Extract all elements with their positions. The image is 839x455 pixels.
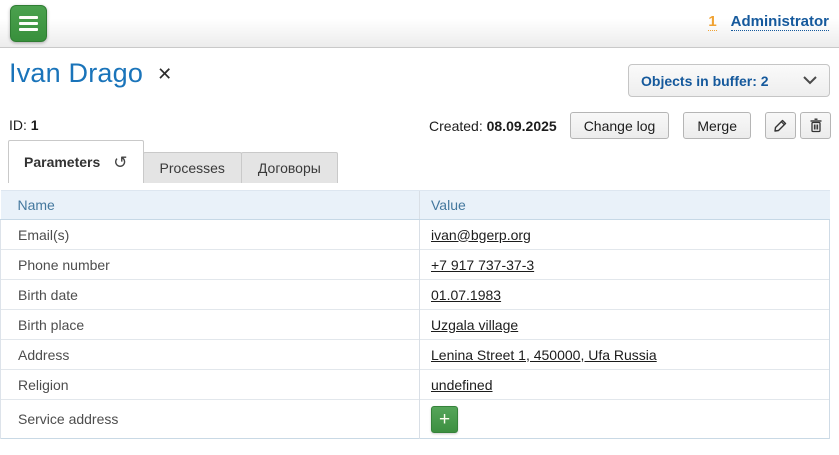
page-title: Ivan Drago xyxy=(9,58,143,89)
table-row: Service address + xyxy=(1,400,830,439)
tab-dogovory-label: Договоры xyxy=(258,160,321,176)
merge-button[interactable]: Merge xyxy=(683,112,751,139)
param-value: + xyxy=(420,400,830,439)
id-label: ID: xyxy=(9,117,27,133)
tab-dogovory[interactable]: Договоры xyxy=(241,152,338,183)
created-date: Created: 08.09.2025 xyxy=(429,118,557,134)
column-header-name: Name xyxy=(1,191,420,220)
tab-bar: Parameters ↺ Processes Договоры xyxy=(8,140,338,183)
object-id: ID: 1 xyxy=(9,117,39,133)
top-bar: 1 Administrator xyxy=(0,0,839,48)
tab-parameters-label: Parameters xyxy=(24,154,100,170)
meta-row: ID: 1 Created: 08.09.2025 Change log Mer… xyxy=(0,112,839,139)
add-value-button[interactable]: + xyxy=(431,406,458,433)
title-row: Ivan Drago ✕ xyxy=(9,58,172,89)
param-name: Phone number xyxy=(1,250,420,280)
chevron-down-icon xyxy=(803,76,817,85)
table-row: Phone number +7 917 737-37-3 xyxy=(1,250,830,280)
table-row: Email(s) ivan@bgerp.org xyxy=(1,220,830,250)
table-row: Address Lenina Street 1, 450000, Ufa Russ… xyxy=(1,340,830,370)
param-value-link[interactable]: Uzgala village xyxy=(431,317,518,333)
table-row: Birth date 01.07.1983 xyxy=(1,280,830,310)
param-value-link[interactable]: Lenina Street 1, 450000, Ufa Russia xyxy=(431,347,657,363)
plus-icon: + xyxy=(439,410,450,429)
table-row: Birth place Uzgala village xyxy=(1,310,830,340)
close-icon[interactable]: ✕ xyxy=(157,65,172,83)
param-value: +7 917 737-37-3 xyxy=(420,250,830,280)
tab-parameters[interactable]: Parameters ↺ xyxy=(8,140,144,183)
hamburger-menu-button[interactable] xyxy=(10,5,47,42)
table-header-row: Name Value xyxy=(1,191,830,220)
param-name: Address xyxy=(1,340,420,370)
user-area: 1 Administrator xyxy=(708,13,829,31)
current-user-link[interactable]: Administrator xyxy=(731,13,829,31)
message-count-link[interactable]: 1 xyxy=(708,13,716,31)
column-header-value: Value xyxy=(420,191,830,220)
param-value-link[interactable]: 01.07.1983 xyxy=(431,287,501,303)
param-table-body: Email(s) ivan@bgerp.org Phone number +7 917… xyxy=(1,220,830,439)
edit-button[interactable] xyxy=(765,112,796,139)
param-value: Uzgala village xyxy=(420,310,830,340)
param-name: Email(s) xyxy=(1,220,420,250)
param-name: Birth place xyxy=(1,310,420,340)
created-value: 08.09.2025 xyxy=(487,118,557,134)
tab-processes-label: Processes xyxy=(160,160,225,176)
refresh-icon[interactable]: ↺ xyxy=(113,154,127,171)
parameters-table: Name Value Email(s) ivan@bgerp.org Phone n… xyxy=(0,190,830,439)
param-value-link[interactable]: +7 917 737-37-3 xyxy=(431,257,534,273)
param-value: 01.07.1983 xyxy=(420,280,830,310)
objects-in-buffer-dropdown[interactable]: Objects in buffer: 2 xyxy=(628,64,830,97)
change-log-button[interactable]: Change log xyxy=(570,112,670,139)
delete-button[interactable] xyxy=(800,112,831,139)
param-name: Birth date xyxy=(1,280,420,310)
param-value-link[interactable]: ivan@bgerp.org xyxy=(431,227,531,243)
param-name: Service address xyxy=(1,400,420,439)
created-label: Created: xyxy=(429,118,483,134)
trash-icon xyxy=(809,118,823,133)
tab-processes[interactable]: Processes xyxy=(143,152,242,183)
param-value: undefined xyxy=(420,370,830,400)
table-row: Religion undefined xyxy=(1,370,830,400)
pencil-icon xyxy=(773,118,788,133)
id-value: 1 xyxy=(31,117,39,133)
objects-in-buffer-label: Objects in buffer: 2 xyxy=(641,73,769,89)
param-value: ivan@bgerp.org xyxy=(420,220,830,250)
param-value-link[interactable]: undefined xyxy=(431,377,493,393)
param-name: Religion xyxy=(1,370,420,400)
param-value: Lenina Street 1, 450000, Ufa Russia xyxy=(420,340,830,370)
